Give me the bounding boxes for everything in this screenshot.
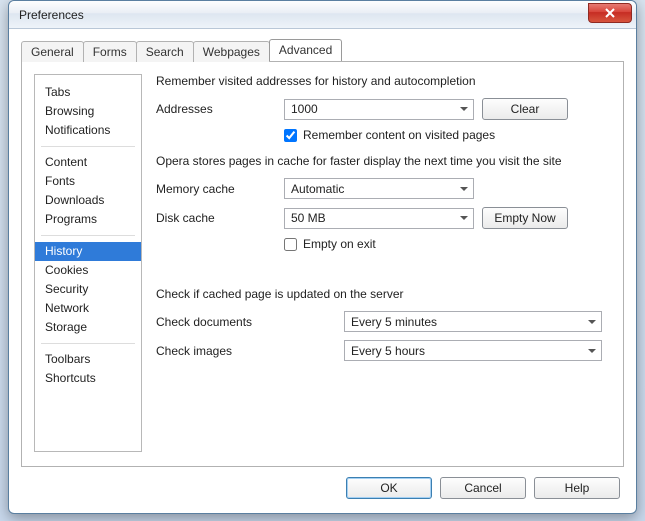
sidebar-item-network[interactable]: Network — [35, 299, 141, 318]
remember-content-input[interactable] — [284, 129, 297, 142]
check-images-label: Check images — [156, 344, 336, 358]
cache-heading: Opera stores pages in cache for faster d… — [156, 154, 609, 168]
addresses-label: Addresses — [156, 102, 276, 116]
empty-now-button[interactable]: Empty Now — [482, 207, 568, 229]
check-images-select[interactable]: Every 5 hours — [344, 340, 602, 361]
tabstrip: General Forms Search Webpages Advanced — [21, 39, 624, 61]
tabpanel-advanced: Tabs Browsing Notifications Content Font… — [21, 61, 624, 467]
check-images-value: Every 5 hours — [351, 344, 425, 358]
sidebar-item-cookies[interactable]: Cookies — [35, 261, 141, 280]
disk-cache-label: Disk cache — [156, 211, 276, 225]
sidebar-item-security[interactable]: Security — [35, 280, 141, 299]
disk-cache-select[interactable]: 50 MB — [284, 208, 474, 229]
sidebar-item-toolbars[interactable]: Toolbars — [35, 350, 141, 369]
check-documents-select[interactable]: Every 5 minutes — [344, 311, 602, 332]
remember-content-label: Remember content on visited pages — [303, 128, 495, 142]
sidebar-item-downloads[interactable]: Downloads — [35, 191, 141, 210]
close-icon — [605, 8, 615, 18]
cancel-button[interactable]: Cancel — [440, 477, 526, 499]
tab-general[interactable]: General — [21, 41, 84, 62]
sidebar-item-browsing[interactable]: Browsing — [35, 102, 141, 121]
sidebar: Tabs Browsing Notifications Content Font… — [34, 74, 142, 452]
empty-on-exit-checkbox[interactable]: Empty on exit — [284, 237, 376, 251]
tab-search[interactable]: Search — [136, 41, 194, 62]
preferences-window: Preferences General Forms Search Webpage… — [8, 0, 637, 514]
sidebar-item-notifications[interactable]: Notifications — [35, 121, 141, 140]
addresses-select[interactable]: 1000 — [284, 99, 474, 120]
update-heading: Check if cached page is updated on the s… — [156, 287, 609, 301]
memory-cache-select[interactable]: Automatic — [284, 178, 474, 199]
sidebar-item-tabs[interactable]: Tabs — [35, 83, 141, 102]
empty-on-exit-input[interactable] — [284, 238, 297, 251]
sidebar-item-fonts[interactable]: Fonts — [35, 172, 141, 191]
addresses-value: 1000 — [291, 102, 318, 116]
titlebar: Preferences — [9, 1, 636, 29]
sidebar-item-storage[interactable]: Storage — [35, 318, 141, 337]
tab-webpages[interactable]: Webpages — [193, 41, 270, 62]
memory-cache-value: Automatic — [291, 182, 344, 196]
tab-forms[interactable]: Forms — [83, 41, 137, 62]
history-heading: Remember visited addresses for history a… — [156, 74, 609, 88]
sidebar-item-programs[interactable]: Programs — [35, 210, 141, 229]
window-title: Preferences — [19, 8, 84, 22]
close-button[interactable] — [588, 3, 632, 23]
empty-on-exit-label: Empty on exit — [303, 237, 376, 251]
remember-content-checkbox[interactable]: Remember content on visited pages — [284, 128, 495, 142]
sidebar-item-history[interactable]: History — [35, 242, 141, 261]
help-button[interactable]: Help — [534, 477, 620, 499]
ok-button[interactable]: OK — [346, 477, 432, 499]
dialog-footer: OK Cancel Help — [21, 467, 624, 503]
memory-cache-label: Memory cache — [156, 182, 276, 196]
disk-cache-value: 50 MB — [291, 211, 326, 225]
sidebar-item-content[interactable]: Content — [35, 153, 141, 172]
clear-button[interactable]: Clear — [482, 98, 568, 120]
content-area: General Forms Search Webpages Advanced T… — [9, 29, 636, 513]
settings-pane: Remember visited addresses for history a… — [156, 74, 609, 452]
tab-advanced[interactable]: Advanced — [269, 39, 342, 61]
check-documents-label: Check documents — [156, 315, 336, 329]
check-documents-value: Every 5 minutes — [351, 315, 437, 329]
sidebar-item-shortcuts[interactable]: Shortcuts — [35, 369, 141, 388]
